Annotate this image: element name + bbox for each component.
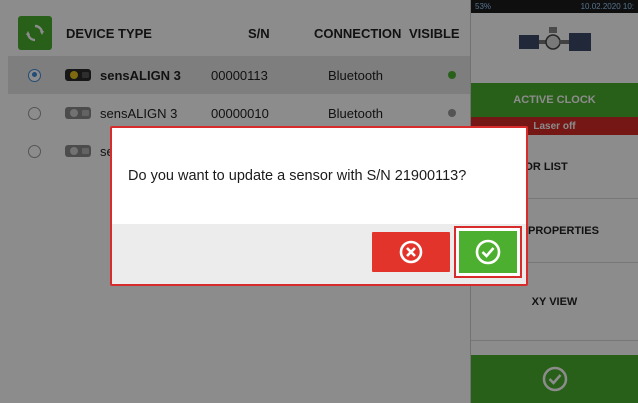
cancel-button[interactable] xyxy=(372,232,450,272)
check-circle-icon xyxy=(475,239,501,265)
close-circle-icon xyxy=(399,240,423,264)
confirm-button-face[interactable] xyxy=(459,231,517,273)
dialog-message: Do you want to update a sensor with S/N … xyxy=(128,168,467,184)
dialog-footer xyxy=(112,224,526,284)
update-sensor-dialog: Do you want to update a sensor with S/N … xyxy=(110,126,528,286)
confirm-button[interactable] xyxy=(454,226,522,278)
